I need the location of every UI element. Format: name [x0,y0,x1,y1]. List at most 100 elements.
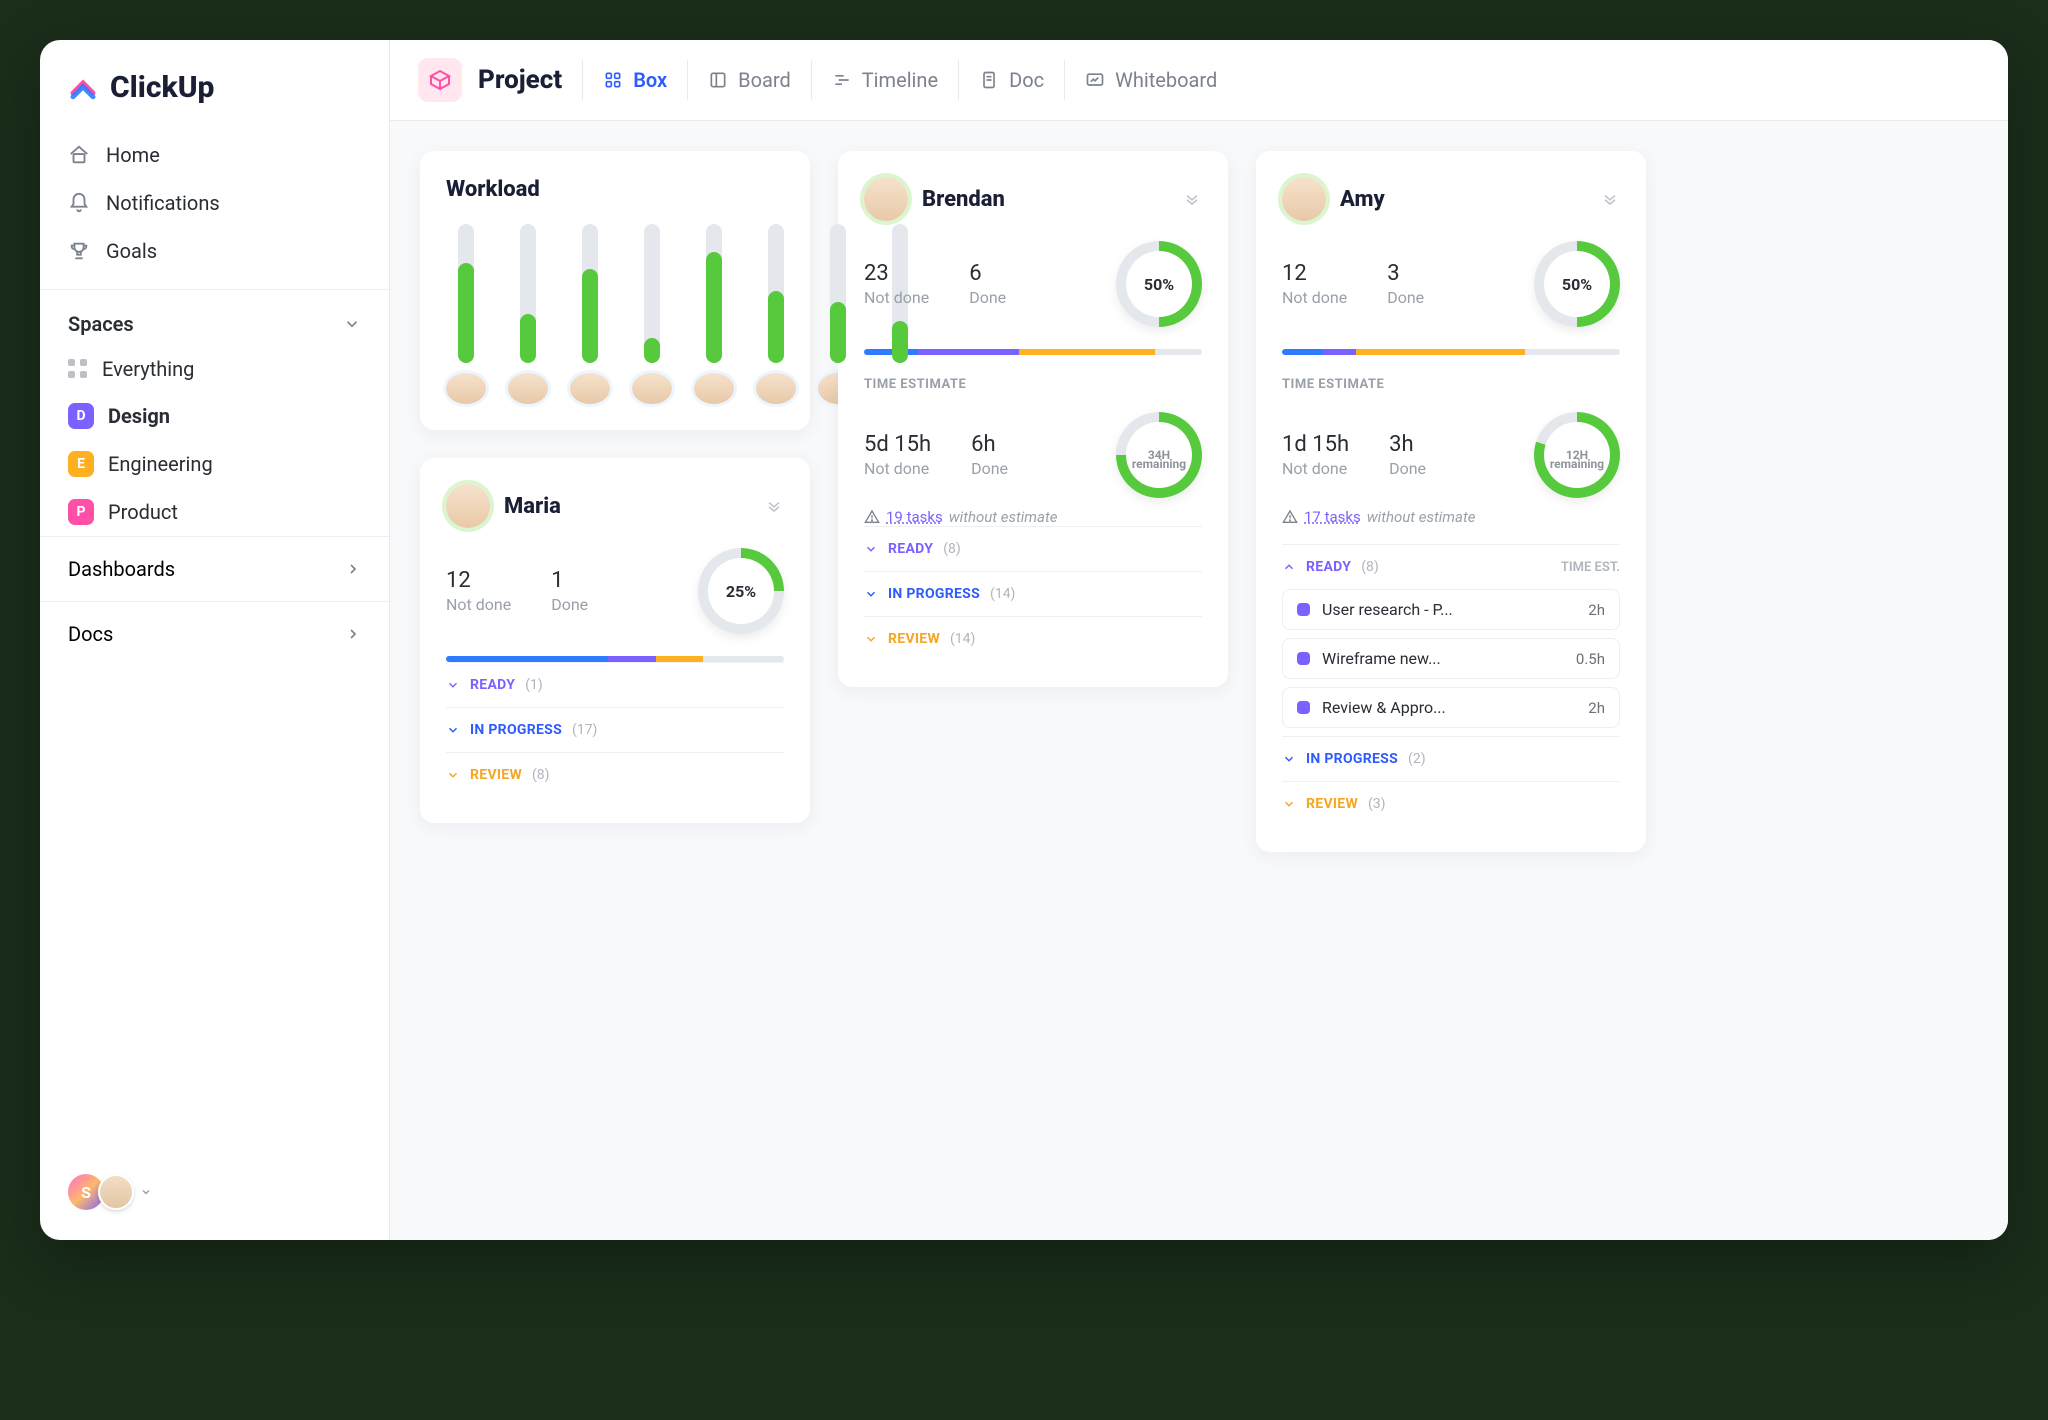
secondary-menus: Dashboards Docs [40,536,389,666]
status-group-ready[interactable]: READY (8) TIME EST. [1282,544,1620,589]
stat-time-done: 3hDone [1389,432,1426,478]
tab-label: Whiteboard [1115,68,1217,92]
tab-label: Timeline [862,68,938,92]
workload-member-5[interactable] [694,224,734,404]
view-tabs: Box Board Timeline Doc Whiteboard [582,60,1237,100]
space-engineering[interactable]: EEngineering [40,440,389,488]
warning-suffix: without estimate [1367,508,1476,526]
group-label: REVIEW [470,767,522,783]
progress-segment [1356,349,1525,355]
bar-track [768,224,784,363]
member-avatar [570,373,610,404]
space-badge: P [68,499,94,525]
group-count: (8) [943,541,961,557]
workload-member-2[interactable] [508,224,548,404]
tab-box[interactable]: Box [582,60,687,100]
card-menu-icon[interactable] [764,496,784,516]
warning-link[interactable]: 19 tasks [886,508,943,526]
caret-down-icon [140,1186,152,1198]
chevron-down-icon [864,632,878,646]
workload-member-3[interactable] [570,224,610,404]
status-group-review[interactable]: REVIEW (3) [1282,781,1620,826]
status-group-in progress[interactable]: IN PROGRESS (2) [1282,736,1620,781]
status-group-in progress[interactable]: IN PROGRESS (17) [446,707,784,752]
task-estimate: 2h [1588,699,1605,717]
app-window: ClickUp Home Notifications Goals Spaces … [40,40,2008,1240]
tab-whiteboard[interactable]: Whiteboard [1064,60,1237,100]
menu-docs[interactable]: Docs [40,601,389,666]
bar-track [582,224,598,363]
task-row[interactable]: Review & Appro... 2h [1282,687,1620,728]
box-icon [603,70,623,90]
group-count: (17) [572,722,597,738]
space-label: Everything [102,357,194,381]
bar-fill [458,263,474,363]
group-count: (3) [1368,796,1386,812]
tab-timeline[interactable]: Timeline [811,60,958,100]
task-row[interactable]: User research - P... 2h [1282,589,1620,630]
workload-bars [446,224,784,404]
person-avatar [446,484,490,528]
bar-fill [644,338,660,363]
tab-label: Box [633,68,667,92]
nav-bell[interactable]: Notifications [40,179,389,227]
bar-fill [768,291,784,363]
status-group-review[interactable]: REVIEW (8) [446,752,784,797]
status-group-in progress[interactable]: IN PROGRESS (14) [864,571,1202,616]
member-avatar [508,373,548,404]
status-group-review[interactable]: REVIEW (14) [864,616,1202,661]
workload-member-1[interactable] [446,224,486,404]
card-menu-icon[interactable] [1182,189,1202,209]
brand-name: ClickUp [110,70,214,105]
card-menu-icon[interactable] [1600,189,1620,209]
stat-done: 1Done [551,568,588,614]
member-avatar [446,373,486,404]
completion-donut: 50% [1534,241,1620,327]
chevron-right-icon [345,626,361,642]
chevron-down-icon [446,723,460,737]
space-design[interactable]: DDesign [40,392,389,440]
column-1: Workload Maria [420,151,810,823]
group-label: IN PROGRESS [470,722,562,738]
chevron-down-icon [446,768,460,782]
warning-link[interactable]: 17 tasks [1304,508,1361,526]
space-product[interactable]: PProduct [40,488,389,536]
menu-dashboards[interactable]: Dashboards [40,536,389,601]
task-title: User research - P... [1322,600,1453,619]
bar-fill [830,302,846,363]
profile-switcher[interactable]: S [40,1152,389,1240]
group-count: (8) [1361,559,1379,575]
bar-track [520,224,536,363]
workload-member-4[interactable] [632,224,672,404]
group-label: READY [888,541,933,557]
tab-label: Doc [1009,68,1044,92]
workload-card: Workload [420,151,810,430]
home-icon [68,144,90,166]
card-header: Brendan [864,177,1202,221]
tab-board[interactable]: Board [687,60,811,100]
clickup-logo-icon [68,73,98,103]
space-everything[interactable]: Everything [40,346,389,392]
workload-member-6[interactable] [756,224,796,404]
time-est-column-header: TIME EST. [1561,560,1620,575]
tab-doc[interactable]: Doc [958,60,1064,100]
time-estimate-heading: TIME ESTIMATE [1282,377,1620,392]
trophy-icon [68,240,90,262]
task-row[interactable]: Wireframe new... 0.5h [1282,638,1620,679]
group-label: READY [1306,559,1351,575]
card-header: Amy [1282,177,1620,221]
nav-trophy[interactable]: Goals [40,227,389,275]
nav-home[interactable]: Home [40,131,389,179]
status-group-ready[interactable]: READY (8) [864,526,1202,571]
spaces-header[interactable]: Spaces [40,290,389,346]
sidebar: ClickUp Home Notifications Goals Spaces … [40,40,390,1240]
progress-segment [608,656,655,662]
status-group-ready[interactable]: READY (1) [446,662,784,707]
task-status-square [1297,652,1310,665]
group-label: IN PROGRESS [1306,751,1398,767]
completion-donut: 50% [1116,241,1202,327]
stat-time-not-done: 1d 15hNot done [1282,432,1349,478]
progress-segment [1282,349,1323,355]
column-3: Amy 12Not done 3Done 50% TIME ESTIMATE 1… [1256,151,1646,852]
bar-fill [892,321,908,363]
